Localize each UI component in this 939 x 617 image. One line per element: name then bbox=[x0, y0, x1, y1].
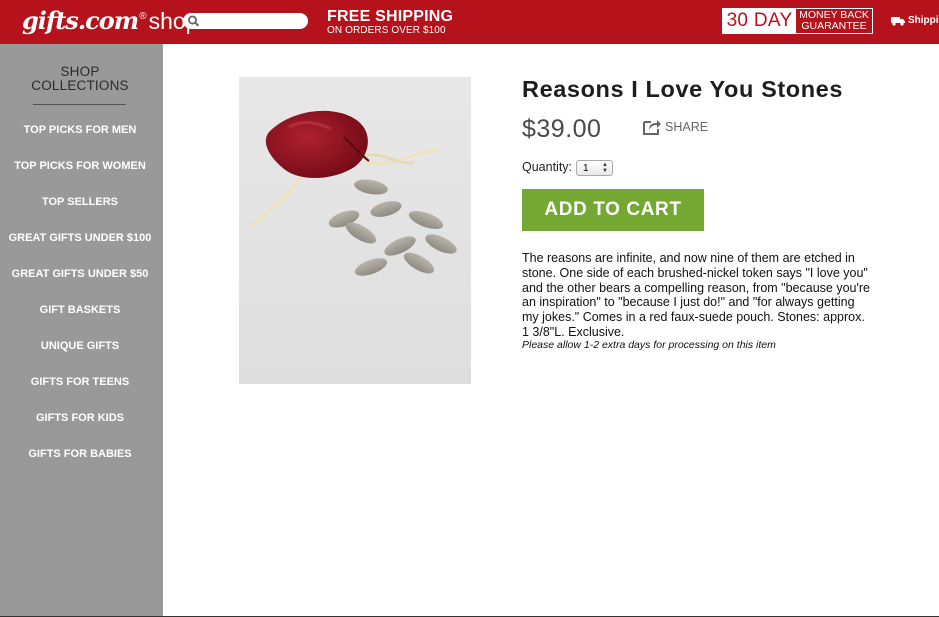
truck-icon bbox=[891, 16, 905, 26]
sidebar-item-gifts-babies[interactable]: GIFTS FOR BABIES bbox=[0, 448, 160, 460]
guarantee-text: MONEY BACK GUARANTEE bbox=[796, 9, 872, 33]
shipping-link[interactable]: Shippi bbox=[891, 15, 939, 26]
site-header: gifts.com ® shop FREE SHIPPING ON ORDERS… bbox=[0, 0, 939, 44]
free-shipping-title: FREE SHIPPING bbox=[327, 8, 454, 25]
product-description: The reasons are infinite, and now nine o… bbox=[522, 251, 870, 339]
sidebar-divider bbox=[33, 104, 126, 105]
sidebar-item-gifts-teens[interactable]: GIFTS FOR TEENS bbox=[0, 376, 160, 388]
guarantee-line-2: GUARANTEE bbox=[801, 20, 867, 32]
search-icon bbox=[188, 15, 200, 27]
search-input[interactable] bbox=[183, 13, 308, 29]
quantity-select[interactable]: 1 ▲ ▼ bbox=[576, 160, 613, 176]
sidebar-item-gifts-kids[interactable]: GIFTS FOR KIDS bbox=[0, 412, 160, 424]
free-shipping-subtitle: ON ORDERS OVER $100 bbox=[327, 25, 446, 36]
product-price: $39.00 bbox=[522, 115, 602, 143]
sidebar-item-gifts-under-100[interactable]: GREAT GIFTS UNDER $100 bbox=[0, 232, 160, 244]
select-arrows-icon: ▲ ▼ bbox=[602, 162, 608, 174]
sidebar-item-top-picks-women[interactable]: TOP PICKS FOR WOMEN bbox=[0, 160, 160, 172]
sidebar: SHOP COLLECTIONS TOP PICKS FOR MEN TOP P… bbox=[0, 44, 163, 617]
free-shipping-banner[interactable]: FREE SHIPPING ON ORDERS OVER $100 bbox=[327, 9, 453, 36]
add-to-cart-button[interactable]: ADD TO CART bbox=[522, 189, 704, 231]
sidebar-title-line-2: COLLECTIONS bbox=[31, 78, 129, 93]
logo-registered-mark: ® bbox=[139, 11, 147, 22]
quantity-label: Quantity: bbox=[522, 160, 573, 174]
share-icon bbox=[643, 120, 661, 135]
product-title: Reasons I Love You Stones bbox=[522, 76, 844, 102]
stones-and-pouch-illustration bbox=[239, 77, 471, 384]
sidebar-item-gift-baskets[interactable]: GIFT BASKETS bbox=[0, 304, 160, 316]
guarantee-days: 30 DAY bbox=[723, 9, 796, 33]
sidebar-title: SHOP COLLECTIONS bbox=[0, 65, 160, 93]
quantity-value: 1 bbox=[583, 162, 589, 174]
logo-text: gifts.com bbox=[22, 6, 139, 35]
money-back-guarantee-badge[interactable]: 30 DAY MONEY BACK GUARANTEE bbox=[722, 8, 873, 34]
sidebar-item-gifts-under-50[interactable]: GREAT GIFTS UNDER $50 bbox=[0, 268, 160, 280]
sidebar-item-unique-gifts[interactable]: UNIQUE GIFTS bbox=[0, 340, 160, 352]
sidebar-item-top-picks-men[interactable]: TOP PICKS FOR MEN bbox=[0, 124, 160, 136]
sidebar-title-line-1: SHOP bbox=[60, 64, 100, 79]
sidebar-item-top-sellers[interactable]: TOP SELLERS bbox=[0, 196, 160, 208]
site-logo[interactable]: gifts.com ® shop bbox=[22, 6, 198, 38]
processing-note: Please allow 1-2 extra days for processi… bbox=[522, 339, 776, 351]
share-label: SHARE bbox=[665, 119, 709, 134]
share-button[interactable]: SHARE bbox=[643, 118, 708, 135]
product-image[interactable] bbox=[239, 77, 471, 384]
shipping-link-label: Shippi bbox=[908, 15, 939, 26]
